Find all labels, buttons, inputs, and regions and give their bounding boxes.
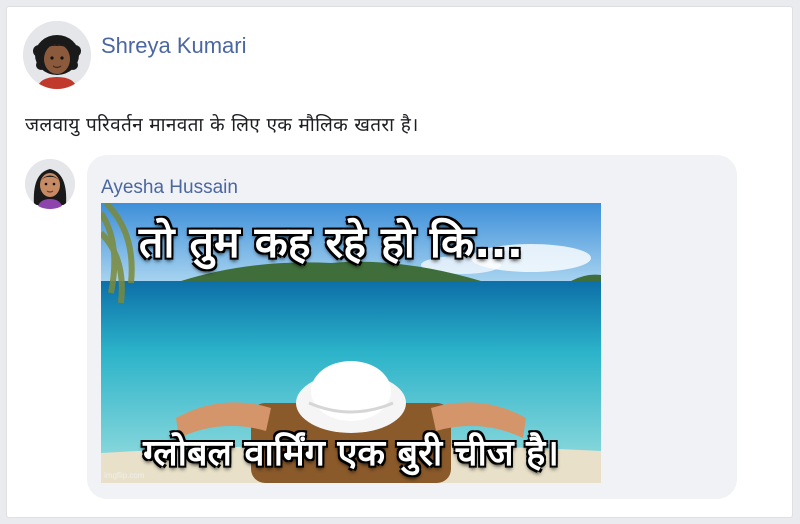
post-author-avatar[interactable] [23, 21, 91, 89]
meme-top-caption: तो तुम कह रहे हो कि... [138, 218, 524, 268]
post-author-name[interactable]: Shreya Kumari [101, 33, 247, 59]
comment-author-avatar[interactable] [25, 159, 75, 209]
meme-bottom-caption: ग्लोबल वार्मिंग एक बुरी चीज है। [143, 433, 559, 474]
post-card: Shreya Kumari जलवायु परिवर्तन मानवता के … [6, 6, 793, 518]
comment-bubble: Ayesha Hussain तो तुम कह रहे हो कि... ग्… [87, 155, 737, 499]
woman-curly-hair-avatar-icon [23, 21, 91, 89]
meme-image[interactable]: तो तुम कह रहे हो कि... ग्लोबल वार्मिंग ए… [101, 203, 601, 483]
woman-long-hair-avatar-icon [25, 159, 75, 209]
post-text: जलवायु परिवर्तन मानवता के लिए एक मौलिक ख… [25, 114, 419, 136]
meme-watermark: imgflip.com [104, 471, 145, 480]
comment-author-name[interactable]: Ayesha Hussain [101, 177, 238, 199]
